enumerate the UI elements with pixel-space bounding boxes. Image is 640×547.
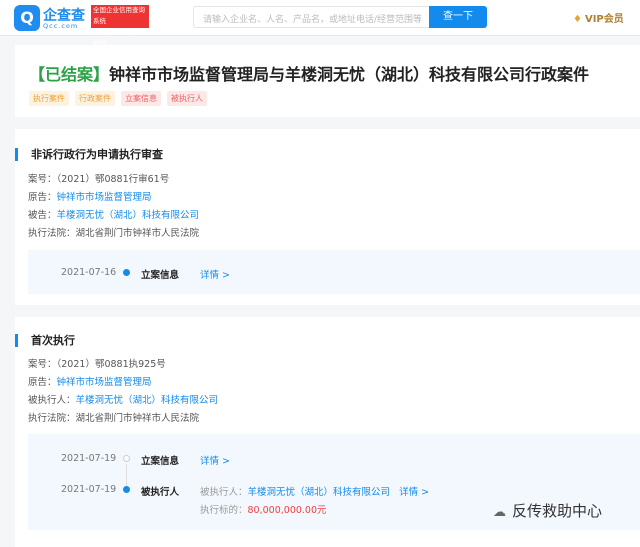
qcc-logo-icon[interactable]: Q (14, 5, 40, 31)
vip-crown-icon: ♦ (573, 14, 582, 25)
detail-link[interactable]: 详情 > (200, 270, 230, 281)
vip-link[interactable]: ♦ VIP会员 (573, 10, 624, 25)
timeline-label: 被执行人 (141, 487, 180, 498)
amount-value: 80,000,000.00元 (247, 505, 327, 516)
field-label: 案号： (28, 174, 57, 185)
watermark-text: 反传救助中心 (512, 502, 603, 520)
section-title: 首次执行 (15, 334, 75, 347)
amount-label: 执行标的： (200, 505, 248, 516)
page-title: 【已结案】钟祥市市场监督管理局与羊楼洞无忧（湖北）科技有限公司行政案件 (29, 61, 589, 85)
timeline-detail: 被执行人：羊楼洞无忧（湖北）科技有限公司 详情 > (200, 484, 429, 498)
defendant-link[interactable]: 羊楼洞无忧（湖北）科技有限公司 (57, 210, 200, 221)
field-court: 执行法院：湖北省荆门市钟祥市人民法院 (28, 225, 199, 239)
field-executed-party: 被执行人：羊楼洞无忧（湖北）科技有限公司 (28, 392, 218, 406)
field-label: 案号： (28, 359, 57, 370)
timeline-dot-icon (123, 455, 130, 462)
section-title: 非诉行政行为申请执行审查 (15, 148, 163, 161)
field-defendant: 被告：羊楼洞无忧（湖北）科技有限公司 (28, 207, 199, 221)
timeline-label: 立案信息 (141, 270, 180, 281)
tag-list: 执行案件 行政案件 立案信息 被执行人 (29, 91, 207, 106)
field-value: （2021）鄂0881行审61号 (56, 174, 170, 185)
field-label: 原告： (28, 377, 57, 388)
watermark: ☁ 反传救助中心 (493, 500, 602, 521)
field-label: 被执行人： (28, 395, 76, 406)
tag: 立案信息 (121, 91, 161, 106)
timeline-connector (126, 464, 127, 488)
timeline-date: 2021-07-16 (61, 267, 117, 278)
timeline-detail: 详情 > (200, 453, 230, 467)
case-header-card: 【已结案】钟祥市市场监督管理局与羊楼洞无忧（湖北）科技有限公司行政案件 执行案件… (15, 45, 640, 117)
section-review: 非诉行政行为申请执行审查 案号：（2021）鄂0881行审61号 原告：钟祥市市… (15, 129, 640, 305)
vip-label: VIP会员 (584, 14, 624, 25)
field-court: 执行法院：湖北省荆门市钟祥市人民法院 (28, 410, 199, 424)
timeline-date: 2021-07-19 (61, 453, 117, 464)
case-status: 【已结案】 (29, 65, 110, 84)
tag: 执行案件 (29, 91, 69, 106)
slogan-badge: 全国企业信用查询系统 官方备案企业征信机构 (91, 5, 149, 47)
logo-domain: Qcc.com (43, 22, 79, 30)
timeline-dot-icon (123, 486, 130, 493)
search-input[interactable]: 请输入企业名、人名、产品名，或地址电话/经营范围等 (193, 6, 429, 28)
timeline-label: 立案信息 (141, 456, 180, 467)
timeline-detail: 详情 > (200, 267, 230, 281)
field-value: 湖北省荆门市钟祥市人民法院 (75, 228, 200, 239)
field-case-no: 案号：（2021）鄂0881行审61号 (28, 171, 169, 185)
slogan-line: 全国企业信用查询系统 (93, 6, 145, 25)
party-link[interactable]: 羊楼洞无忧（湖北）科技有限公司 (248, 487, 391, 498)
field-label: 执行法院： (28, 413, 76, 424)
detail-link[interactable]: 详情 > (399, 487, 429, 498)
tag: 行政案件 (75, 91, 115, 106)
field-label: 原告： (28, 192, 57, 203)
party-label: 被执行人： (200, 487, 248, 498)
case-title: 钟祥市市场监督管理局与羊楼洞无忧（湖北）科技有限公司行政案件 (109, 65, 590, 84)
executed-party-link[interactable]: 羊楼洞无忧（湖北）科技有限公司 (76, 395, 219, 406)
field-plaintiff: 原告：钟祥市市场监督管理局 (28, 189, 152, 203)
tag: 被执行人 (167, 91, 207, 106)
top-header: Q 企查查 Qcc.com 全国企业信用查询系统 官方备案企业征信机构 请输入企业… (0, 0, 640, 47)
timeline-date: 2021-07-19 (61, 484, 117, 495)
wechat-icon: ☁ (493, 505, 506, 520)
field-value: 湖北省荆门市钟祥市人民法院 (75, 413, 200, 424)
field-case-no: 案号：（2021）鄂0881执925号 (28, 356, 166, 370)
timeline-amount: 执行标的：80,000,000.00元 (200, 502, 327, 516)
field-label: 执行法院： (28, 228, 76, 239)
field-plaintiff: 原告：钟祥市市场监督管理局 (28, 374, 152, 388)
plaintiff-link[interactable]: 钟祥市市场监督管理局 (57, 377, 152, 388)
search-button[interactable]: 查一下 (429, 6, 487, 28)
plaintiff-link[interactable]: 钟祥市市场监督管理局 (57, 192, 152, 203)
timeline-dot-icon (123, 269, 130, 276)
detail-link[interactable]: 详情 > (200, 456, 230, 467)
field-label: 被告： (28, 210, 57, 221)
field-value: （2021）鄂0881执925号 (56, 359, 166, 370)
timeline: 2021-07-16 立案信息 详情 > (28, 250, 640, 294)
